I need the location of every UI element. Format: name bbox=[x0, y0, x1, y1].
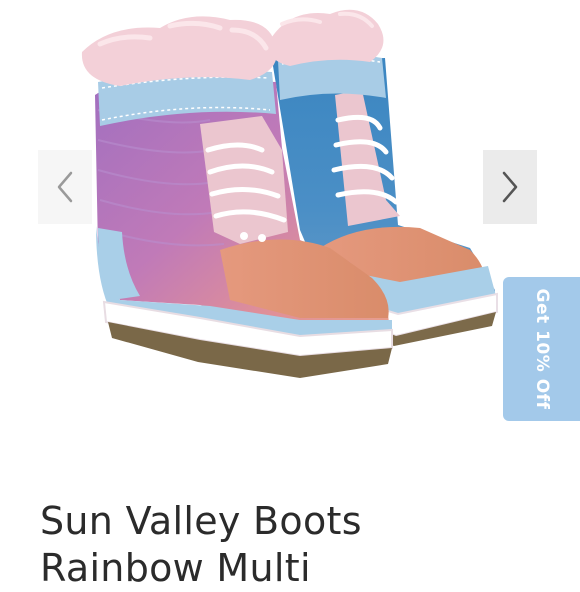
product-image[interactable] bbox=[0, 0, 580, 470]
product-gallery bbox=[0, 0, 580, 470]
product-title-line-1: Sun Valley Boots bbox=[40, 499, 362, 543]
chevron-right-icon bbox=[502, 171, 518, 203]
previous-image-button[interactable] bbox=[38, 150, 92, 224]
promo-label: Get 10% Off bbox=[531, 288, 552, 410]
get-discount-tab[interactable]: Get 10% Off bbox=[503, 277, 580, 421]
product-title: Sun Valley Boots Rainbow Multi bbox=[40, 498, 560, 592]
product-title-line-2: Rainbow Multi bbox=[40, 546, 311, 590]
chevron-left-icon bbox=[57, 171, 73, 203]
next-image-button[interactable] bbox=[483, 150, 537, 224]
